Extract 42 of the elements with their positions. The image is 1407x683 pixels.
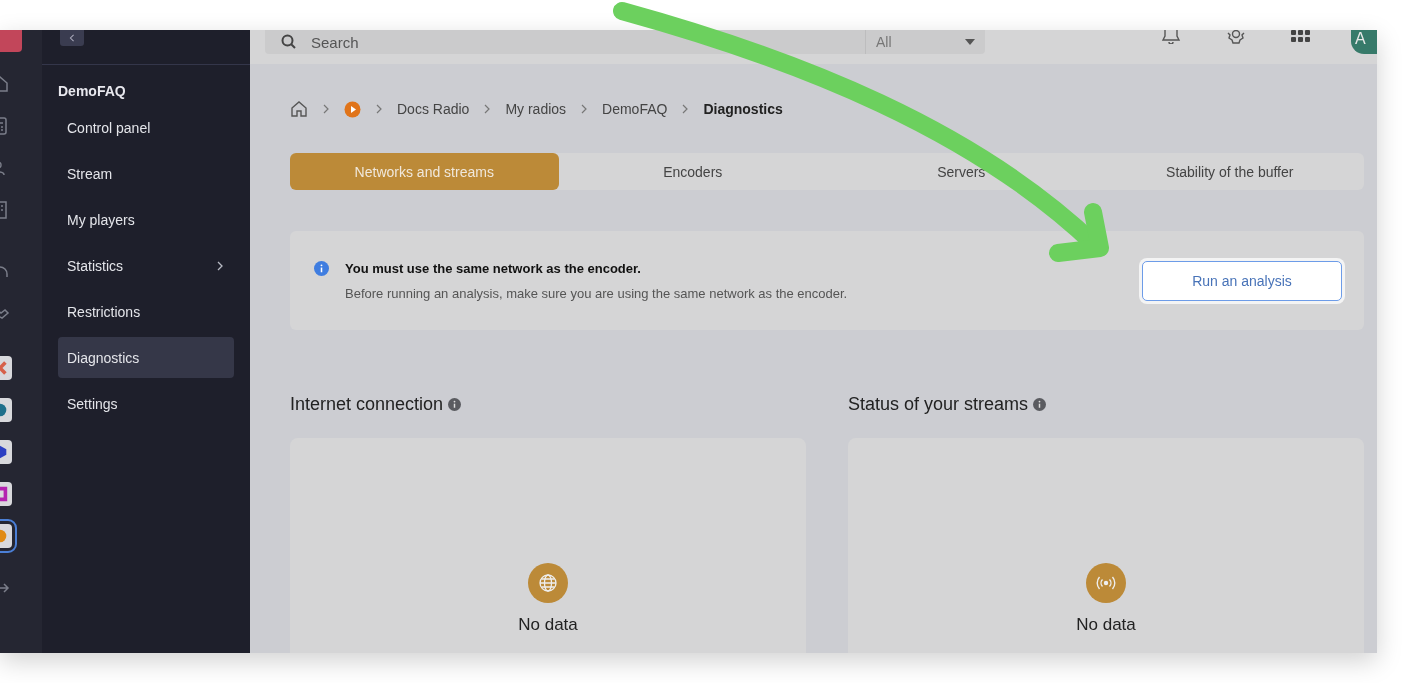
info-icon[interactable] — [1033, 397, 1047, 411]
breadcrumb-link[interactable]: My radios — [505, 101, 567, 117]
chevron-right-icon — [483, 104, 492, 114]
caret-down-icon — [965, 39, 975, 45]
collapse-button[interactable] — [60, 30, 84, 46]
search-input[interactable]: Search — [309, 32, 849, 52]
sidebar-item[interactable]: Restrictions — [58, 291, 234, 332]
home-icon[interactable] — [290, 100, 308, 118]
tab[interactable]: Servers — [827, 153, 1096, 190]
broadcast-icon — [1086, 563, 1126, 603]
globe-icon — [528, 563, 568, 603]
chevron-right-icon — [375, 104, 383, 114]
chevron-left-icon — [68, 34, 76, 42]
tab[interactable]: Encoders — [558, 153, 827, 190]
tab[interactable]: Stability of the buffer — [1095, 153, 1364, 190]
search-icon — [281, 34, 297, 50]
sidebar-item[interactable]: Stream — [58, 153, 234, 194]
empty-state-text: No data — [518, 615, 578, 635]
chevron-right-icon — [681, 104, 690, 114]
section-title: Status of your streams — [848, 393, 1029, 415]
section-title: Internet connection — [290, 393, 444, 415]
sidebar-item[interactable]: Statistics — [58, 245, 234, 286]
notice-text: Before running an analysis, make sure you are using the same network as the encoder. — [345, 285, 849, 301]
info-icon — [314, 261, 329, 276]
notice-title: You must use the same network as the encoder. — [345, 260, 642, 276]
search-field[interactable]: Search — [265, 30, 865, 54]
breadcrumb-link[interactable]: Docs Radio — [397, 101, 470, 117]
chevron-right-icon — [580, 104, 589, 114]
chevron-right-icon — [322, 104, 330, 114]
sidebar-item[interactable]: Settings — [58, 383, 234, 424]
sidebar-item[interactable]: Control panel — [58, 107, 234, 148]
run-analysis-button[interactable]: Run an analysis — [1142, 260, 1342, 301]
breadcrumb-link[interactable]: DemoFAQ — [602, 101, 668, 117]
apps-grid-icon[interactable] — [1291, 30, 1311, 43]
sidebar-item[interactable]: Diagnostics — [58, 337, 234, 378]
bell-icon[interactable] — [1161, 30, 1181, 44]
empty-state-text: No data — [1076, 615, 1136, 635]
sidebar-item[interactable]: My players — [58, 199, 234, 240]
radio-logo-icon[interactable] — [344, 100, 361, 118]
radio-name: DemoFAQ — [58, 83, 127, 99]
info-icon[interactable] — [448, 397, 462, 411]
user-avatar[interactable]: A — [1351, 30, 1377, 54]
